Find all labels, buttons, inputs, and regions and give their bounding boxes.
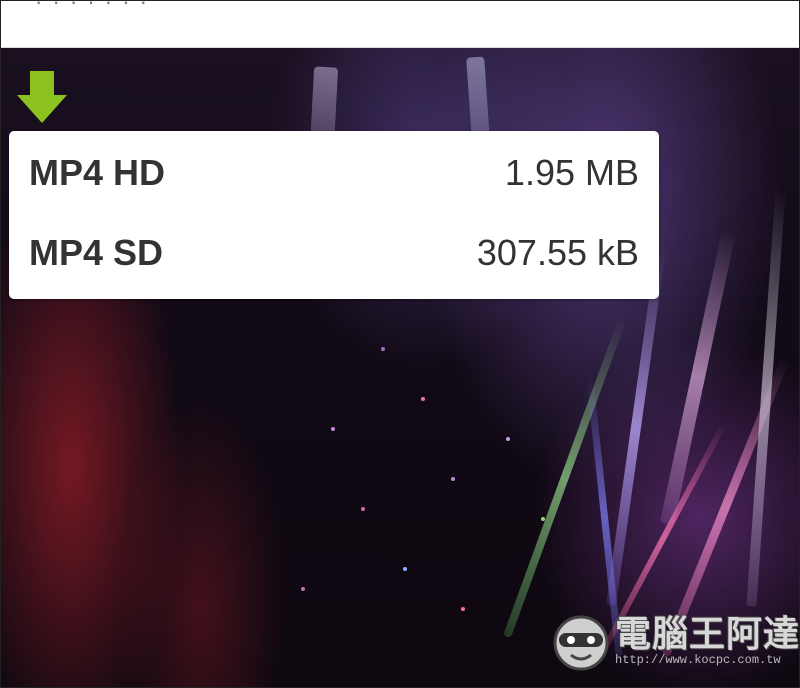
sparkle	[461, 607, 465, 611]
sparkle	[301, 587, 305, 591]
format-label: MP4 SD	[29, 232, 164, 273]
download-arrow-icon[interactable]	[15, 69, 69, 125]
sparkle	[381, 347, 385, 351]
format-option-mp4-sd[interactable]: MP4 SD 307.55 kB	[9, 213, 659, 293]
light-streak	[659, 228, 737, 526]
format-file-size: 307.55 kB	[476, 232, 639, 273]
sparkle	[451, 477, 455, 481]
sparkle	[506, 437, 510, 441]
light-streak	[746, 187, 786, 607]
screenshot-frame: · · · · · · · MP4 HD 1.95 MB MP4 SD 307.…	[0, 0, 800, 688]
cropped-top-text: · · · · · · ·	[35, 0, 149, 14]
site-watermark: 電腦王阿達 http://www.kocpc.com.tw	[549, 601, 799, 679]
sparkle	[421, 397, 425, 401]
sparkle	[361, 507, 365, 511]
format-option-mp4-hd[interactable]: MP4 HD 1.95 MB	[9, 133, 659, 213]
watermark-url: http://www.kocpc.com.tw	[615, 653, 781, 667]
page-top-bar: · · · · · · ·	[1, 1, 799, 48]
format-label: MP4 HD	[29, 152, 166, 193]
sparkle	[403, 567, 407, 571]
watermark-title: 電腦王阿達	[615, 613, 800, 654]
sparkle	[331, 427, 335, 431]
format-file-size: 1.95 MB	[504, 152, 639, 193]
sparkle	[541, 517, 545, 521]
download-format-menu: MP4 HD 1.95 MB MP4 SD 307.55 kB	[9, 131, 659, 299]
mascot-logo-icon	[553, 615, 609, 671]
